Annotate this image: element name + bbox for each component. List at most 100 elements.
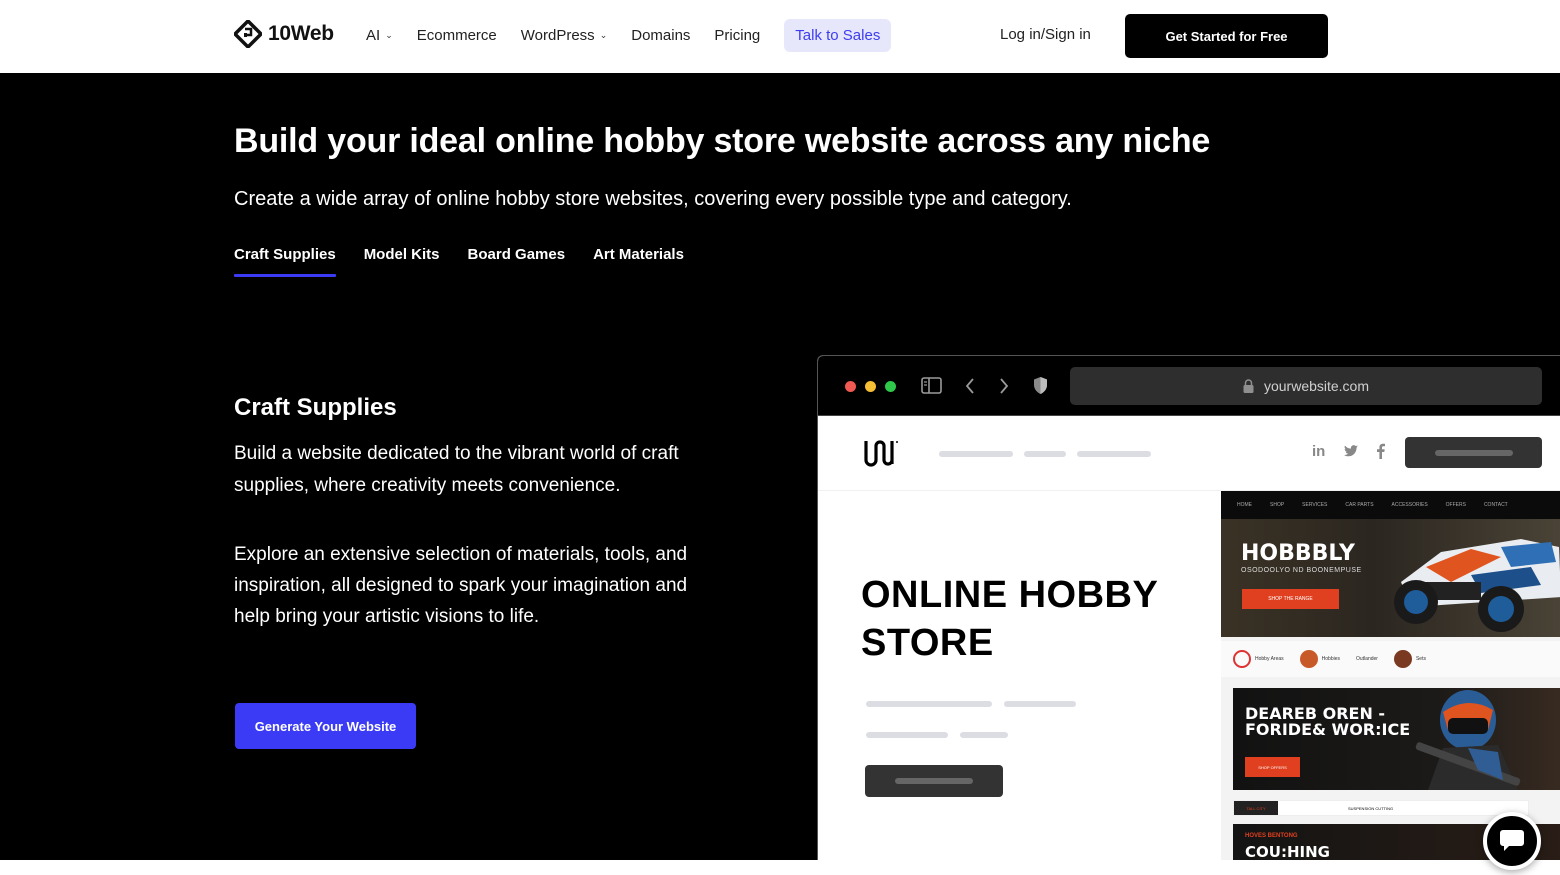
preview-banner-kicker: HOVES BENTONG bbox=[1245, 833, 1298, 839]
site-logo-icon bbox=[864, 440, 898, 467]
feature-badge-icon bbox=[1233, 650, 1251, 668]
lock-icon bbox=[1243, 379, 1254, 393]
section-title: Craft Supplies bbox=[234, 394, 397, 421]
chat-widget-button[interactable] bbox=[1483, 812, 1541, 870]
browser-toolbar: yourwebsite.com bbox=[818, 356, 1560, 416]
url-bar[interactable]: yourwebsite.com bbox=[1070, 367, 1542, 405]
preview-promo-title: DEAREB OREN - FORIDE& WOR:ICE bbox=[1245, 704, 1411, 739]
page-bottom-strip bbox=[0, 860, 1560, 875]
chevron-down-icon: ⌄ bbox=[385, 29, 393, 40]
mock-cta-button bbox=[865, 765, 1003, 797]
preview-nav-item: OFFERS bbox=[1445, 502, 1466, 508]
preview-nav-item: CAR PARTS bbox=[1345, 502, 1374, 508]
nav-item-ai[interactable]: AI ⌄ bbox=[366, 27, 393, 44]
minimize-dot-icon bbox=[865, 381, 876, 392]
text-placeholder bbox=[1004, 701, 1076, 707]
preview-hero-title: HOBBBLY bbox=[1241, 541, 1355, 566]
twitter-icon[interactable] bbox=[1344, 445, 1358, 457]
preview-hero-subtitle: OSODOOLYO ND BOONEMPUSE bbox=[1241, 567, 1362, 574]
nav-item-ecommerce[interactable]: Ecommerce bbox=[417, 27, 497, 44]
store-title-line: STORE bbox=[861, 622, 994, 664]
nav-item-label: Domains bbox=[631, 26, 691, 44]
preview-row-text: SUSPENSION CUTTING bbox=[1348, 805, 1394, 811]
nav-placeholder bbox=[939, 451, 1013, 457]
top-navbar: 10Web AI ⌄ Ecommerce WordPress ⌄ Domains… bbox=[0, 0, 1560, 73]
section-description-secondary: Explore an extensive selection of materi… bbox=[234, 544, 688, 627]
preview-banner-title: COU:HING bbox=[1245, 843, 1330, 860]
feature-label: Outlander bbox=[1356, 656, 1378, 662]
preview-features: Hobby Areas Hobbies Outlander Sets bbox=[1221, 641, 1560, 677]
text-placeholder bbox=[960, 732, 1008, 738]
feature-label: Sets bbox=[1415, 656, 1426, 662]
maximize-dot-icon bbox=[885, 381, 896, 392]
feature-label: Hobby Areas bbox=[1255, 656, 1284, 662]
store-title-line: ONLINE HOBBY bbox=[861, 574, 1159, 616]
tab-art-materials[interactable]: Art Materials bbox=[593, 246, 684, 273]
rc-car-image-icon bbox=[1394, 539, 1560, 632]
preview-feature: Outlander bbox=[1356, 656, 1378, 662]
mock-store-title: ONLINE HOBBY STORE bbox=[861, 571, 1158, 667]
preview-nav: HOME SHOP SERVICES CAR PARTS ACCESSORIES… bbox=[1221, 491, 1560, 519]
login-link[interactable]: Log in/Sign in bbox=[1000, 26, 1091, 43]
page-subtitle: Create a wide array of online hobby stor… bbox=[234, 188, 1072, 210]
store-preview-image: HOME SHOP SERVICES CAR PARTS ACCESSORIES… bbox=[1221, 491, 1560, 860]
button-placeholder bbox=[895, 778, 973, 784]
tab-model-kits[interactable]: Model Kits bbox=[364, 246, 440, 273]
text-placeholder bbox=[866, 732, 948, 738]
preview-feature: Hobby Areas bbox=[1233, 650, 1284, 668]
url-text: yourwebsite.com bbox=[1263, 378, 1370, 394]
preview-nav-item: SHOP bbox=[1270, 502, 1285, 508]
feature-label: Hobbies bbox=[1321, 656, 1340, 662]
nav-item-label: AI bbox=[366, 26, 381, 44]
chat-bubble-icon bbox=[1500, 830, 1524, 851]
tab-board-games[interactable]: Board Games bbox=[468, 246, 566, 273]
generate-website-button[interactable]: Generate Your Website bbox=[235, 703, 416, 749]
preview-hero-button: SHOP THE RANGE bbox=[1242, 589, 1339, 609]
rider-helmet-image-icon bbox=[1415, 690, 1521, 790]
section-description: Build a website dedicated to the vibrant… bbox=[234, 443, 679, 496]
button-placeholder bbox=[1435, 450, 1513, 456]
preview-nav-item: HOME bbox=[1237, 502, 1252, 508]
preview-info-row: TALL CITY SUSPENSION CUTTING bbox=[1233, 800, 1529, 816]
mock-site-header: in bbox=[818, 416, 1560, 491]
nav-item-wordpress[interactable]: WordPress ⌄ bbox=[521, 27, 607, 44]
preview-row-tag: TALL CITY bbox=[1234, 801, 1278, 815]
nav-item-domains[interactable]: Domains bbox=[631, 27, 690, 44]
10web-logo-icon bbox=[234, 20, 262, 48]
preview-promo-button: SHOP OFFERS bbox=[1245, 757, 1300, 777]
back-arrow-icon bbox=[965, 378, 974, 394]
sidebar-icon bbox=[921, 377, 942, 394]
forward-arrow-icon bbox=[1000, 378, 1009, 394]
close-dot-icon bbox=[845, 381, 856, 392]
preview-nav-item: ACCESSORIES bbox=[1391, 502, 1428, 508]
preview-feature: Hobbies bbox=[1299, 650, 1340, 668]
tab-craft-supplies[interactable]: Craft Supplies bbox=[234, 246, 336, 277]
nav-links: AI ⌄ Ecommerce WordPress ⌄ Domains Prici… bbox=[366, 18, 892, 52]
feature-mascot-icon bbox=[1393, 650, 1412, 668]
preview-promo-banner: DEAREB OREN - FORIDE& WOR:ICE SHOP OFFER… bbox=[1233, 688, 1560, 790]
brand-name: 10Web bbox=[268, 22, 334, 45]
mock-header-button bbox=[1405, 437, 1542, 468]
browser-mockup: yourwebsite.com in ONLINE HOBBY STORE HO… bbox=[817, 355, 1560, 860]
chevron-down-icon: ⌄ bbox=[599, 29, 608, 40]
category-tabs: Craft Supplies Model Kits Board Games Ar… bbox=[234, 246, 684, 277]
nav-item-label: Ecommerce bbox=[416, 26, 497, 44]
nav-item-label: Pricing bbox=[714, 26, 761, 44]
nav-item-label: WordPress bbox=[520, 26, 595, 44]
shield-icon bbox=[1034, 377, 1047, 394]
facebook-icon[interactable] bbox=[1376, 443, 1385, 459]
brand-logo[interactable]: 10Web bbox=[234, 20, 334, 48]
get-started-button[interactable]: Get Started for Free bbox=[1125, 14, 1328, 58]
talk-to-sales-button[interactable]: Talk to Sales bbox=[784, 18, 892, 52]
linkedin-icon[interactable]: in bbox=[1312, 443, 1325, 460]
nav-item-pricing[interactable]: Pricing bbox=[714, 27, 760, 44]
page-title: Build your ideal online hobby store webs… bbox=[234, 122, 1211, 160]
preview-nav-item: SERVICES bbox=[1302, 502, 1328, 508]
preview-nav-item: CONTACT bbox=[1483, 502, 1508, 508]
text-placeholder bbox=[866, 701, 992, 707]
nav-placeholder bbox=[1024, 451, 1066, 457]
feature-car-icon bbox=[1299, 650, 1318, 668]
preview-hero-banner: HOBBBLY OSODOOLYO ND BOONEMPUSE SHOP THE… bbox=[1221, 519, 1560, 637]
nav-placeholder bbox=[1077, 451, 1151, 457]
preview-feature: Sets bbox=[1393, 650, 1426, 668]
